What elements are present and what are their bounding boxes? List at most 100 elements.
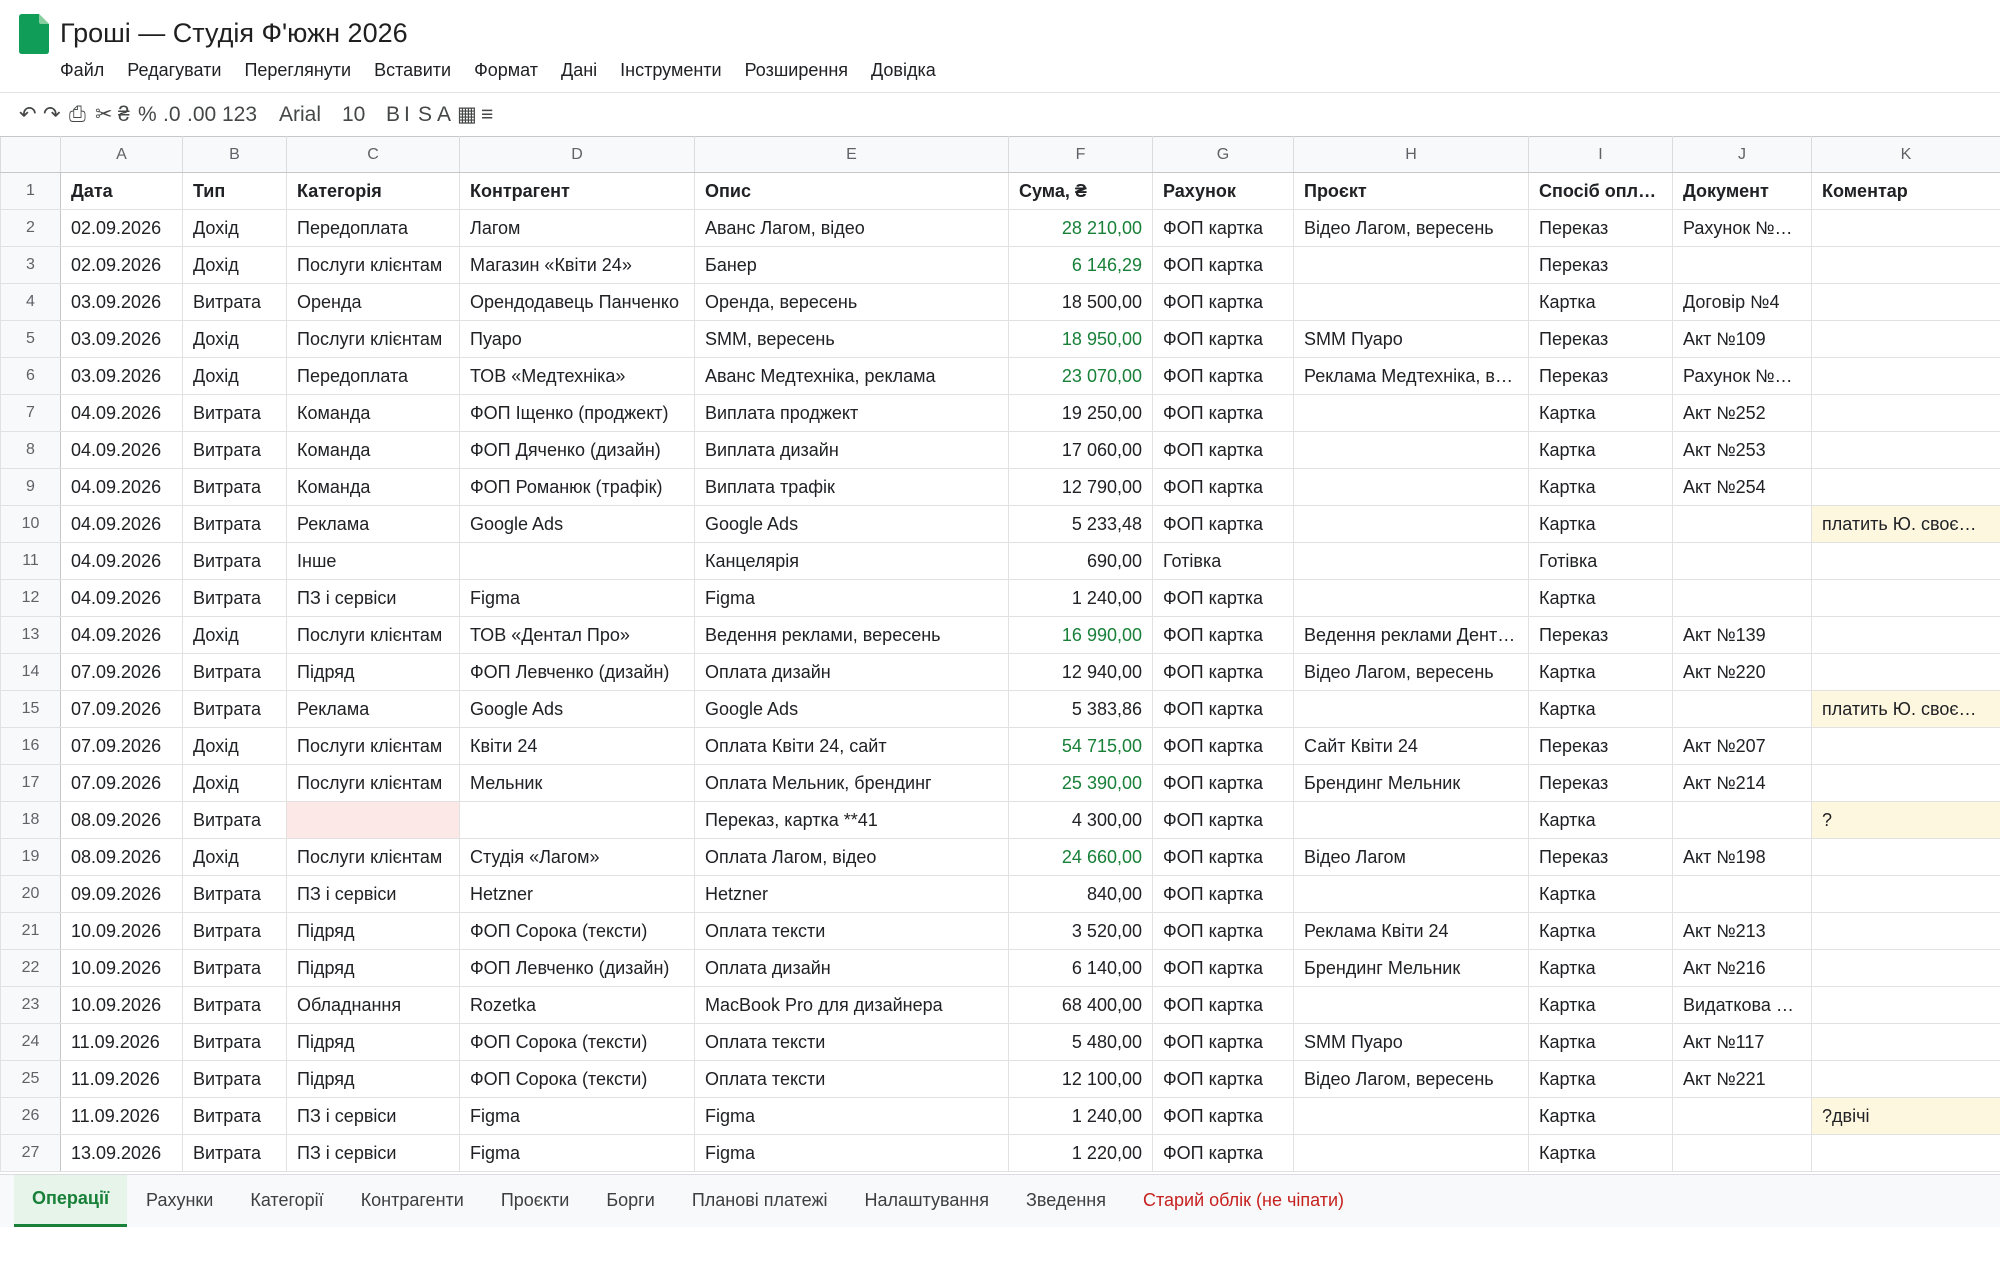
- cell-description[interactable]: Оплата тексти: [694, 912, 1009, 950]
- cell-comment[interactable]: [1811, 653, 2000, 691]
- cell-document[interactable]: Рахунок №…: [1672, 209, 1812, 247]
- cell-comment[interactable]: ?двічі: [1811, 1097, 2000, 1135]
- undo-icon[interactable]: ↶: [19, 93, 37, 137]
- menu-extensions[interactable]: Розширення: [745, 56, 848, 84]
- cell-comment[interactable]: [1811, 1060, 2000, 1098]
- row-number[interactable]: 12: [0, 579, 61, 617]
- cell-document[interactable]: [1672, 542, 1812, 580]
- row-number[interactable]: 24: [0, 1023, 61, 1061]
- cell-category[interactable]: ПЗ і сервіси: [286, 579, 460, 617]
- cell-date[interactable]: 03.09.2026: [60, 320, 183, 358]
- cell-payment-method[interactable]: Переказ: [1528, 320, 1673, 358]
- cell-description[interactable]: Hetzner: [694, 875, 1009, 913]
- cell-counterparty[interactable]: ФОП Сорока (тексти): [459, 1060, 695, 1098]
- cell-payment-method[interactable]: Картка: [1528, 579, 1673, 617]
- column-header-b[interactable]: B: [182, 136, 287, 173]
- cell-document[interactable]: Акт №254: [1672, 468, 1812, 506]
- menu-tools[interactable]: Інструменти: [620, 56, 721, 84]
- cell-comment[interactable]: [1811, 616, 2000, 654]
- cell-project[interactable]: [1293, 431, 1529, 469]
- increase-decimal-button[interactable]: .00: [187, 93, 216, 137]
- row-number[interactable]: 4: [0, 283, 61, 321]
- cell-document[interactable]: [1672, 801, 1812, 839]
- font-family-select[interactable]: Arial: [279, 93, 321, 137]
- cell-type[interactable]: Витрата: [182, 1060, 287, 1098]
- paint-format-icon[interactable]: ✂: [95, 93, 113, 137]
- cell-document[interactable]: Акт №117: [1672, 1023, 1812, 1061]
- cell-payment-method[interactable]: Переказ: [1528, 616, 1673, 654]
- cell-payment-method[interactable]: Картка: [1528, 801, 1673, 839]
- cell-type[interactable]: Витрата: [182, 949, 287, 987]
- cell-comment[interactable]: ?: [1811, 801, 2000, 839]
- cell-project[interactable]: [1293, 1134, 1529, 1172]
- text-color-button[interactable]: A: [437, 93, 451, 137]
- cell-type[interactable]: Витрата: [182, 1023, 287, 1061]
- cell-payment-method[interactable]: Картка: [1528, 283, 1673, 321]
- cell-account[interactable]: ФОП картка: [1152, 616, 1294, 654]
- cell-project[interactable]: [1293, 579, 1529, 617]
- cell-document[interactable]: Акт №253: [1672, 431, 1812, 469]
- redo-icon[interactable]: ↷: [43, 93, 61, 137]
- row-number[interactable]: 11: [0, 542, 61, 580]
- header-cell-date[interactable]: Дата: [60, 172, 183, 210]
- cell-date[interactable]: 11.09.2026: [60, 1060, 183, 1098]
- cell-type[interactable]: Дохід: [182, 727, 287, 765]
- bold-button[interactable]: B: [386, 93, 400, 137]
- cell-category[interactable]: Послуги клієнтам: [286, 727, 460, 765]
- row-number[interactable]: 6: [0, 357, 61, 395]
- column-header-e[interactable]: E: [694, 136, 1009, 173]
- cell-description[interactable]: Оплата дизайн: [694, 653, 1009, 691]
- cell-account[interactable]: ФОП картка: [1152, 912, 1294, 950]
- cell-date[interactable]: 11.09.2026: [60, 1023, 183, 1061]
- cell-category[interactable]: Послуги клієнтам: [286, 838, 460, 876]
- column-header-a[interactable]: A: [60, 136, 183, 173]
- cell-document[interactable]: Акт №213: [1672, 912, 1812, 950]
- cell-description[interactable]: Оренда, вересень: [694, 283, 1009, 321]
- header-cell-category[interactable]: Категорія: [286, 172, 460, 210]
- cell-payment-method[interactable]: Картка: [1528, 505, 1673, 543]
- cell-project[interactable]: [1293, 505, 1529, 543]
- cell-amount[interactable]: 25 390,00: [1008, 764, 1153, 802]
- cell-amount[interactable]: 23 070,00: [1008, 357, 1153, 395]
- cell-category[interactable]: Команда: [286, 394, 460, 432]
- cell-date[interactable]: 04.09.2026: [60, 579, 183, 617]
- cell-amount[interactable]: 19 250,00: [1008, 394, 1153, 432]
- cell-counterparty[interactable]: ФОП Левченко (дизайн): [459, 653, 695, 691]
- row-number[interactable]: 14: [0, 653, 61, 691]
- cell-date[interactable]: 04.09.2026: [60, 616, 183, 654]
- cell-description[interactable]: MacBook Pro для дизайнера: [694, 986, 1009, 1024]
- sheet-tab[interactable]: Налаштування: [847, 1175, 1007, 1227]
- row-number[interactable]: 25: [0, 1060, 61, 1098]
- cell-project[interactable]: [1293, 801, 1529, 839]
- cell-account[interactable]: ФОП картка: [1152, 505, 1294, 543]
- cell-counterparty[interactable]: Google Ads: [459, 505, 695, 543]
- cell-payment-method[interactable]: Переказ: [1528, 764, 1673, 802]
- row-number[interactable]: 10: [0, 505, 61, 543]
- cell-date[interactable]: 08.09.2026: [60, 801, 183, 839]
- header-cell-amount[interactable]: Сума, ₴: [1008, 172, 1153, 210]
- cell-account[interactable]: ФОП картка: [1152, 1023, 1294, 1061]
- cell-amount[interactable]: 3 520,00: [1008, 912, 1153, 950]
- cell-project[interactable]: Брендинг Мельник: [1293, 764, 1529, 802]
- cell-document[interactable]: Акт №214: [1672, 764, 1812, 802]
- cell-comment[interactable]: [1811, 431, 2000, 469]
- cell-amount[interactable]: 12 790,00: [1008, 468, 1153, 506]
- menu-file[interactable]: Файл: [60, 56, 104, 84]
- font-size-select[interactable]: 10: [342, 93, 365, 137]
- cell-payment-method[interactable]: Картка: [1528, 1097, 1673, 1135]
- cell-type[interactable]: Дохід: [182, 320, 287, 358]
- cell-amount[interactable]: 68 400,00: [1008, 986, 1153, 1024]
- cell-category[interactable]: Команда: [286, 431, 460, 469]
- cell-project[interactable]: [1293, 394, 1529, 432]
- cell-type[interactable]: Витрата: [182, 394, 287, 432]
- row-number[interactable]: 26: [0, 1097, 61, 1135]
- cell-comment[interactable]: [1811, 912, 2000, 950]
- strikethrough-button[interactable]: S: [418, 93, 432, 137]
- cell-category[interactable]: Підряд: [286, 1023, 460, 1061]
- cell-payment-method[interactable]: Картка: [1528, 394, 1673, 432]
- cell-type[interactable]: Витрата: [182, 579, 287, 617]
- cell-payment-method[interactable]: Картка: [1528, 986, 1673, 1024]
- cell-type[interactable]: Витрата: [182, 468, 287, 506]
- cell-description[interactable]: Аванс Лагом, відео: [694, 209, 1009, 247]
- header-cell-counterparty[interactable]: Контрагент: [459, 172, 695, 210]
